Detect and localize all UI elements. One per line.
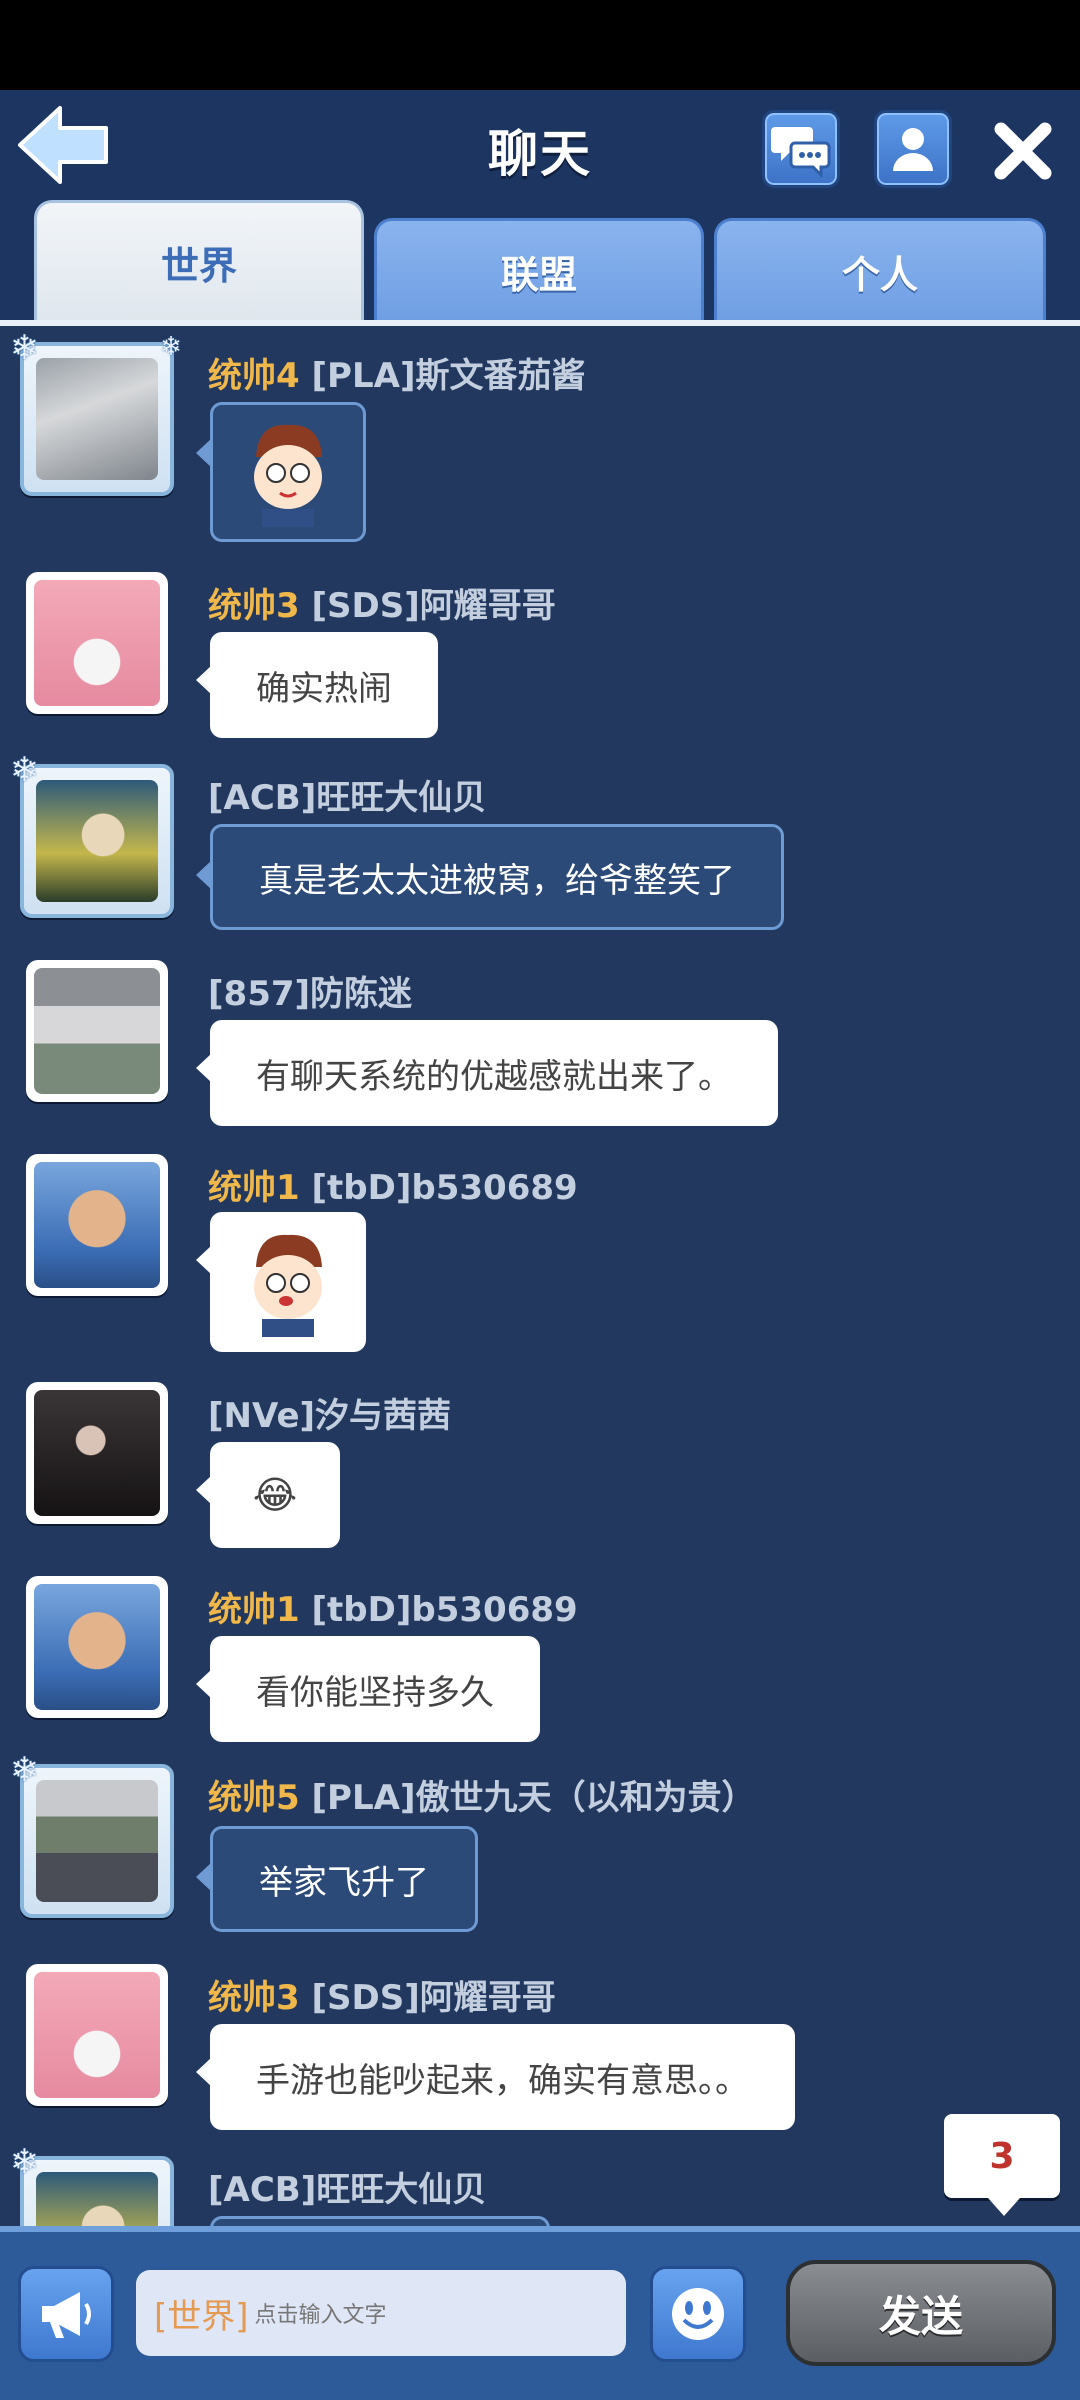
sticker-message[interactable] bbox=[196, 402, 366, 542]
tab-world[interactable]: 世界 bbox=[34, 200, 364, 322]
back-arrow-icon[interactable] bbox=[14, 102, 114, 188]
sender-name: 统帅1 [tbD]b530689 bbox=[208, 1168, 578, 1208]
cartoon-sticker-icon bbox=[254, 424, 322, 527]
page-title: 聊天 bbox=[488, 125, 592, 183]
tab-alliance[interactable]: 联盟 bbox=[374, 218, 704, 322]
message-bubble[interactable]: 手游也能吵起来，确实有意思。。 bbox=[196, 2024, 795, 2130]
message-bubble[interactable]: 有聊天系统的优越感就出来了。 bbox=[196, 1020, 778, 1126]
close-icon[interactable] bbox=[990, 118, 1056, 184]
snowflake-icon: ❄ bbox=[10, 328, 39, 368]
avatar[interactable] bbox=[26, 1964, 168, 2106]
snowflake-icon: ❄ bbox=[160, 332, 182, 362]
sender-name: [NVe]汐与茜茜 bbox=[208, 1396, 452, 1436]
avatar[interactable] bbox=[26, 1576, 168, 1718]
message-bubble[interactable] bbox=[210, 2216, 550, 2226]
sender-name: 统帅1 [tbD]b530689 bbox=[208, 1590, 578, 1630]
avatar[interactable]: ❄ bbox=[10, 2142, 174, 2226]
sticker-message[interactable] bbox=[196, 1212, 366, 1352]
message-input[interactable]: [世界] 点击输入文字 bbox=[136, 2270, 626, 2356]
message-bubble[interactable]: 举家飞升了 bbox=[196, 1826, 478, 1932]
megaphone-icon[interactable] bbox=[18, 2266, 114, 2362]
message-bubble[interactable]: 看你能坚持多久 bbox=[196, 1636, 540, 1742]
sender-name: [857]防陈迷 bbox=[208, 974, 413, 1014]
sender-name: 统帅4 [PLA]斯文番茄酱 bbox=[208, 356, 586, 396]
chat-message-list[interactable]: ❄ ❄ 统帅4 [PLA]斯文番茄酱 统帅3 [SDS]阿耀哥哥 确实热闹 ❄ … bbox=[0, 326, 1080, 2226]
avatar[interactable] bbox=[26, 1382, 168, 1524]
person-icon[interactable] bbox=[874, 110, 952, 188]
message-bubble[interactable]: 确实热闹 bbox=[196, 632, 438, 738]
chat-bubbles-icon[interactable] bbox=[762, 110, 840, 188]
avatar[interactable]: ❄ bbox=[10, 750, 174, 918]
tab-personal[interactable]: 个人 bbox=[714, 218, 1046, 322]
snowflake-icon: ❄ bbox=[10, 750, 39, 790]
send-button[interactable]: 发送 bbox=[786, 2260, 1056, 2366]
sender-name: [ACB]旺旺大仙贝 bbox=[208, 2170, 487, 2210]
avatar[interactable] bbox=[26, 572, 168, 714]
cartoon-sticker-icon bbox=[254, 1234, 322, 1337]
avatar[interactable] bbox=[26, 1154, 168, 1296]
emoji-message[interactable]: 😂 bbox=[196, 1442, 340, 1548]
snowflake-icon: ❄ bbox=[10, 1750, 39, 1790]
sender-name: 统帅3 [SDS]阿耀哥哥 bbox=[208, 586, 556, 626]
unread-count-badge[interactable]: 3 bbox=[944, 2114, 1060, 2216]
avatar[interactable]: ❄ bbox=[10, 1750, 174, 1918]
snowflake-icon: ❄ bbox=[10, 2142, 39, 2182]
sender-name: 统帅3 [SDS]阿耀哥哥 bbox=[208, 1978, 556, 2018]
input-placeholder: 点击输入文字 bbox=[254, 2303, 387, 2328]
status-bar bbox=[0, 0, 1080, 90]
sender-name: 统帅5 [PLA]傲世九天（以和为贵） bbox=[208, 1778, 756, 1818]
message-bubble[interactable]: 真是老太太进被窝，给爷整笑了 bbox=[196, 824, 784, 930]
smiley-icon[interactable] bbox=[650, 2266, 746, 2362]
channel-label: [世界] bbox=[154, 2296, 249, 2337]
avatar[interactable] bbox=[26, 960, 168, 1102]
sender-name: [ACB]旺旺大仙贝 bbox=[208, 778, 487, 818]
avatar[interactable]: ❄ ❄ bbox=[10, 328, 182, 496]
